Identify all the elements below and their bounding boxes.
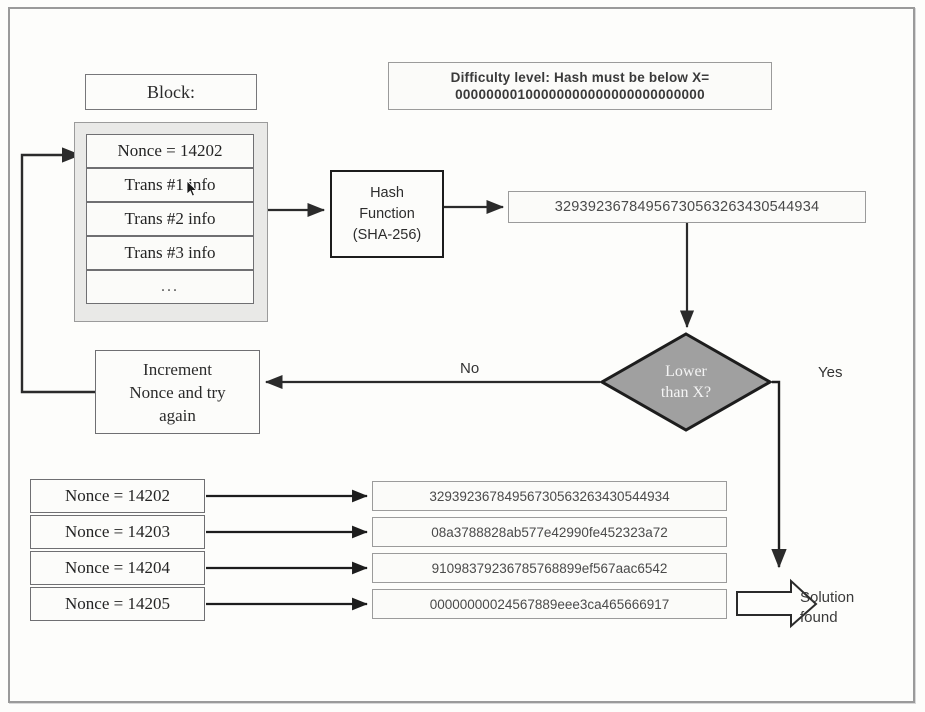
difficulty-target-value: 00000000100000000000000000000000 xyxy=(455,87,705,102)
attempt-nonce-row: Nonce = 14202 xyxy=(30,479,205,513)
attempt-hash-text: 32939236784956730563263430544934 xyxy=(429,488,670,504)
attempt-hash-text: 91098379236785768899ef567aac6542 xyxy=(431,560,668,576)
hash-output-box: 32939236784956730563263430544934 xyxy=(508,191,866,223)
attempt-hash-row: 32939236784956730563263430544934 xyxy=(372,481,727,511)
attempt-nonce-text: Nonce = 14204 xyxy=(65,558,170,577)
attempt-nonce-text: Nonce = 14203 xyxy=(65,522,170,541)
hash-function-line1: Hash xyxy=(370,184,404,201)
hash-output-value: 32939236784956730563263430544934 xyxy=(554,199,820,215)
block-header-label: Block: xyxy=(85,74,257,110)
increment-line2: Nonce and try xyxy=(129,382,226,402)
hash-function-box: Hash Function (SHA-256) xyxy=(330,170,444,258)
block-container: Nonce = 14202 Trans #1 info Trans #2 inf… xyxy=(74,122,268,322)
solution-line1: Solution xyxy=(800,589,855,606)
block-row-trans1: Trans #1 info xyxy=(86,168,254,202)
block-row-trans2: Trans #2 info xyxy=(86,202,254,236)
difficulty-line1: Difficulty level: Hash must be below X= xyxy=(450,70,710,85)
block-row-ellipsis: ... xyxy=(86,270,254,304)
solution-line2: found xyxy=(800,609,838,626)
attempt-hash-text: 08a3788828ab577e42990fe452323a72 xyxy=(431,524,668,540)
increment-line3: again xyxy=(159,405,196,425)
mouse-cursor-icon xyxy=(186,180,198,197)
block-row-nonce-text: Nonce = 14202 xyxy=(117,141,223,160)
flow-label-yes: Yes xyxy=(818,364,843,381)
block-row-ellipsis-text: ... xyxy=(161,278,179,295)
flow-label-no: No xyxy=(460,360,480,377)
block-row-trans3: Trans #3 info xyxy=(86,236,254,270)
decision-diamond: Lower than X? xyxy=(600,332,772,432)
attempt-nonce-row: Nonce = 14203 xyxy=(30,515,205,549)
attempt-hash-row: 00000000024567889eee3ca465666917 xyxy=(372,589,727,619)
block-row-trans3-text: Trans #3 info xyxy=(124,243,216,262)
difficulty-level-box: Difficulty level: Hash must be below X= … xyxy=(388,62,772,110)
block-row-nonce: Nonce = 14202 xyxy=(86,134,254,168)
hash-function-line2: Function xyxy=(359,205,415,222)
attempt-hash-text: 00000000024567889eee3ca465666917 xyxy=(429,596,670,612)
attempt-nonce-row: Nonce = 14205 xyxy=(30,587,205,621)
diagram-canvas: Block: Nonce = 14202 Trans #1 info Trans… xyxy=(0,0,925,712)
block-row-trans1-text: Trans #1 info xyxy=(124,175,216,194)
block-header-text: Block: xyxy=(147,81,195,102)
solution-found-label: Solution found xyxy=(800,588,892,628)
block-row-trans2-text: Trans #2 info xyxy=(124,209,216,228)
attempt-hash-row: 08a3788828ab577e42990fe452323a72 xyxy=(372,517,727,547)
attempt-nonce-row: Nonce = 14204 xyxy=(30,551,205,585)
hash-function-line3: (SHA-256) xyxy=(352,226,422,243)
attempt-nonce-text: Nonce = 14205 xyxy=(65,594,170,613)
attempt-nonce-text: Nonce = 14202 xyxy=(65,486,170,505)
increment-line1: Increment xyxy=(143,359,212,379)
increment-nonce-box: Increment Nonce and try again xyxy=(95,350,260,434)
attempt-hash-row: 91098379236785768899ef567aac6542 xyxy=(372,553,727,583)
